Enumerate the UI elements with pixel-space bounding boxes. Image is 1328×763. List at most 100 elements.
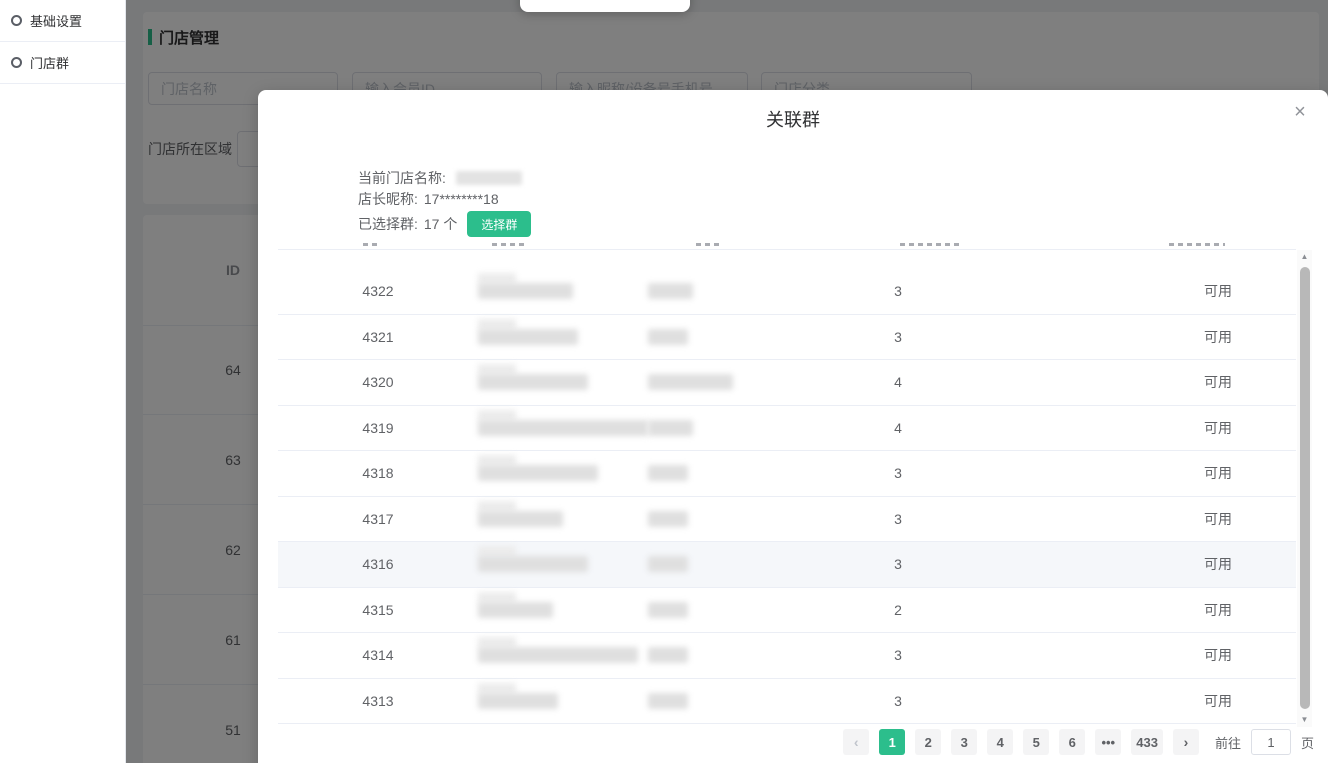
more-pages-button[interactable]: •••: [1095, 729, 1122, 755]
redacted-region: [648, 419, 693, 436]
scroll-up-icon[interactable]: ▲: [1297, 250, 1312, 264]
goto-page-input[interactable]: [1250, 729, 1291, 755]
modal-table-body: 4322 3 可用 4321 3 可用 4320 4 可用 4319 4 可用 …: [278, 269, 1296, 724]
redacted-name: [478, 328, 578, 345]
header-fragment: [492, 243, 528, 246]
sidebar-item-label: 基础设置: [30, 14, 83, 29]
group-region-cell-redacted: [648, 497, 798, 542]
redacted-fragment: [478, 682, 516, 694]
redacted-fragment: [478, 500, 516, 512]
group-count-cell: 3: [894, 283, 902, 300]
group-table-row[interactable]: 4318 3 可用: [278, 451, 1296, 497]
redacted-name: [478, 601, 553, 618]
sidebar: 基础设置 门店群: [0, 0, 126, 763]
header-fragment: [363, 243, 381, 246]
redacted-name: [478, 374, 588, 391]
group-name-cell-redacted: [478, 406, 648, 451]
group-region-cell-redacted: [648, 633, 798, 678]
group-status-cell: 可用: [1204, 283, 1232, 300]
group-region-cell-redacted: [648, 451, 798, 496]
group-id-cell: 4319: [362, 419, 394, 436]
modal-title: 关联群: [766, 110, 820, 130]
radio-circle-icon: [11, 57, 22, 68]
group-id-cell: 4314: [362, 647, 394, 664]
select-group-button[interactable]: 选择群: [467, 211, 532, 237]
redacted-name: [478, 647, 638, 664]
redacted-region: [648, 510, 688, 527]
page-button-3[interactable]: 3: [951, 729, 978, 755]
selected-groups-row: 已选择群: 17 个 选择群: [358, 211, 532, 237]
scrollbar-thumb[interactable]: [1299, 267, 1310, 709]
group-name-cell-redacted: [478, 360, 648, 405]
groups-table-header-clipped: [278, 238, 1296, 250]
sidebar-item-basic-settings[interactable]: 基础设置: [0, 0, 125, 42]
group-region-cell-redacted: [648, 588, 798, 633]
group-table-row[interactable]: 4314 3 可用: [278, 633, 1296, 679]
group-table-row[interactable]: 4322 3 可用: [278, 269, 1296, 315]
redacted-name: [478, 556, 588, 573]
page-button-4[interactable]: 4: [987, 729, 1014, 755]
page-button-2[interactable]: 2: [915, 729, 942, 755]
close-icon[interactable]: ×: [1288, 100, 1312, 124]
group-table-row[interactable]: 4319 4 可用: [278, 406, 1296, 451]
group-count-cell: 3: [894, 510, 902, 527]
group-table-row[interactable]: 4320 4 可用: [278, 360, 1296, 406]
group-region-cell-redacted: [648, 269, 798, 314]
associated-groups-modal: 关联群 × 当前门店名称: 店长昵称: 17********18 已选择群: 1…: [258, 90, 1328, 763]
group-region-cell-redacted: [648, 542, 798, 587]
group-table-row[interactable]: 4317 3 可用: [278, 497, 1296, 542]
group-table-row[interactable]: 4321 3 可用: [278, 315, 1296, 360]
group-name-cell-redacted: [478, 315, 648, 360]
page-button-5[interactable]: 5: [1023, 729, 1050, 755]
header-fragment: [900, 243, 962, 246]
group-status-cell: 可用: [1204, 465, 1232, 482]
group-count-cell: 3: [894, 692, 902, 709]
redacted-fragment: [478, 318, 516, 330]
next-page-button[interactable]: ›: [1172, 729, 1199, 755]
group-name-cell-redacted: [478, 542, 648, 587]
goto-label: 前往: [1214, 735, 1241, 751]
page-button-433[interactable]: 433: [1131, 729, 1163, 755]
redacted-name: [478, 419, 648, 436]
current-store-label: 当前门店名称:: [358, 170, 446, 187]
app-window: 基础设置 门店群 门店管理 门店所在区域 ID 6463626151 关联群: [0, 0, 1328, 763]
sidebar-item-store-groups[interactable]: 门店群: [0, 42, 125, 84]
page-number-buttons: 1 2 3 4 5 6 ••• 433: [879, 729, 1163, 755]
page-button-6[interactable]: 6: [1059, 729, 1086, 755]
group-id-cell: 4322: [362, 283, 394, 300]
redacted-region: [648, 692, 688, 709]
group-id-cell: 4315: [362, 601, 394, 618]
group-name-cell-redacted: [478, 451, 648, 496]
group-table-row[interactable]: 4313 3 可用: [278, 679, 1296, 724]
redacted-fragment: [478, 591, 516, 603]
manager-nickname-value: 17********18: [423, 190, 499, 207]
selected-groups-label: 已选择群:: [358, 216, 418, 232]
pagination: ‹ 123456 ••• 433 › 前往 页: [843, 729, 1314, 755]
redacted-name: [478, 692, 558, 709]
message-toast: [520, 0, 690, 12]
prev-page-button[interactable]: ‹: [843, 729, 870, 755]
group-count-cell: 2: [894, 601, 902, 618]
group-status-cell: 可用: [1204, 510, 1232, 527]
group-id-cell: 4316: [362, 556, 394, 573]
group-id-cell: 4317: [362, 510, 394, 527]
group-status-cell: 可用: [1204, 601, 1232, 618]
scroll-down-icon[interactable]: ▼: [1297, 713, 1312, 727]
group-count-cell: 3: [894, 465, 902, 482]
redacted-region: [648, 328, 688, 345]
group-region-cell-redacted: [648, 679, 798, 724]
group-name-cell-redacted: [478, 588, 648, 633]
group-status-cell: 可用: [1204, 374, 1232, 391]
group-count-cell: 3: [894, 556, 902, 573]
header-fragment: [1169, 243, 1225, 246]
store-info-block: 当前门店名称: 店长昵称: 17********18 已选择群: 17 个 选择…: [358, 168, 532, 237]
groups-table: 4322 3 可用 4321 3 可用 4320 4 可用 4319 4 可用 …: [278, 238, 1296, 724]
group-status-cell: 可用: [1204, 556, 1232, 573]
group-table-row[interactable]: 4316 3 可用: [278, 542, 1296, 588]
group-region-cell-redacted: [648, 360, 798, 405]
redacted-region: [648, 601, 688, 618]
group-region-cell-redacted: [648, 406, 798, 451]
page-button-1[interactable]: 1: [879, 729, 906, 755]
redacted-region: [648, 374, 733, 391]
group-table-row[interactable]: 4315 2 可用: [278, 588, 1296, 633]
